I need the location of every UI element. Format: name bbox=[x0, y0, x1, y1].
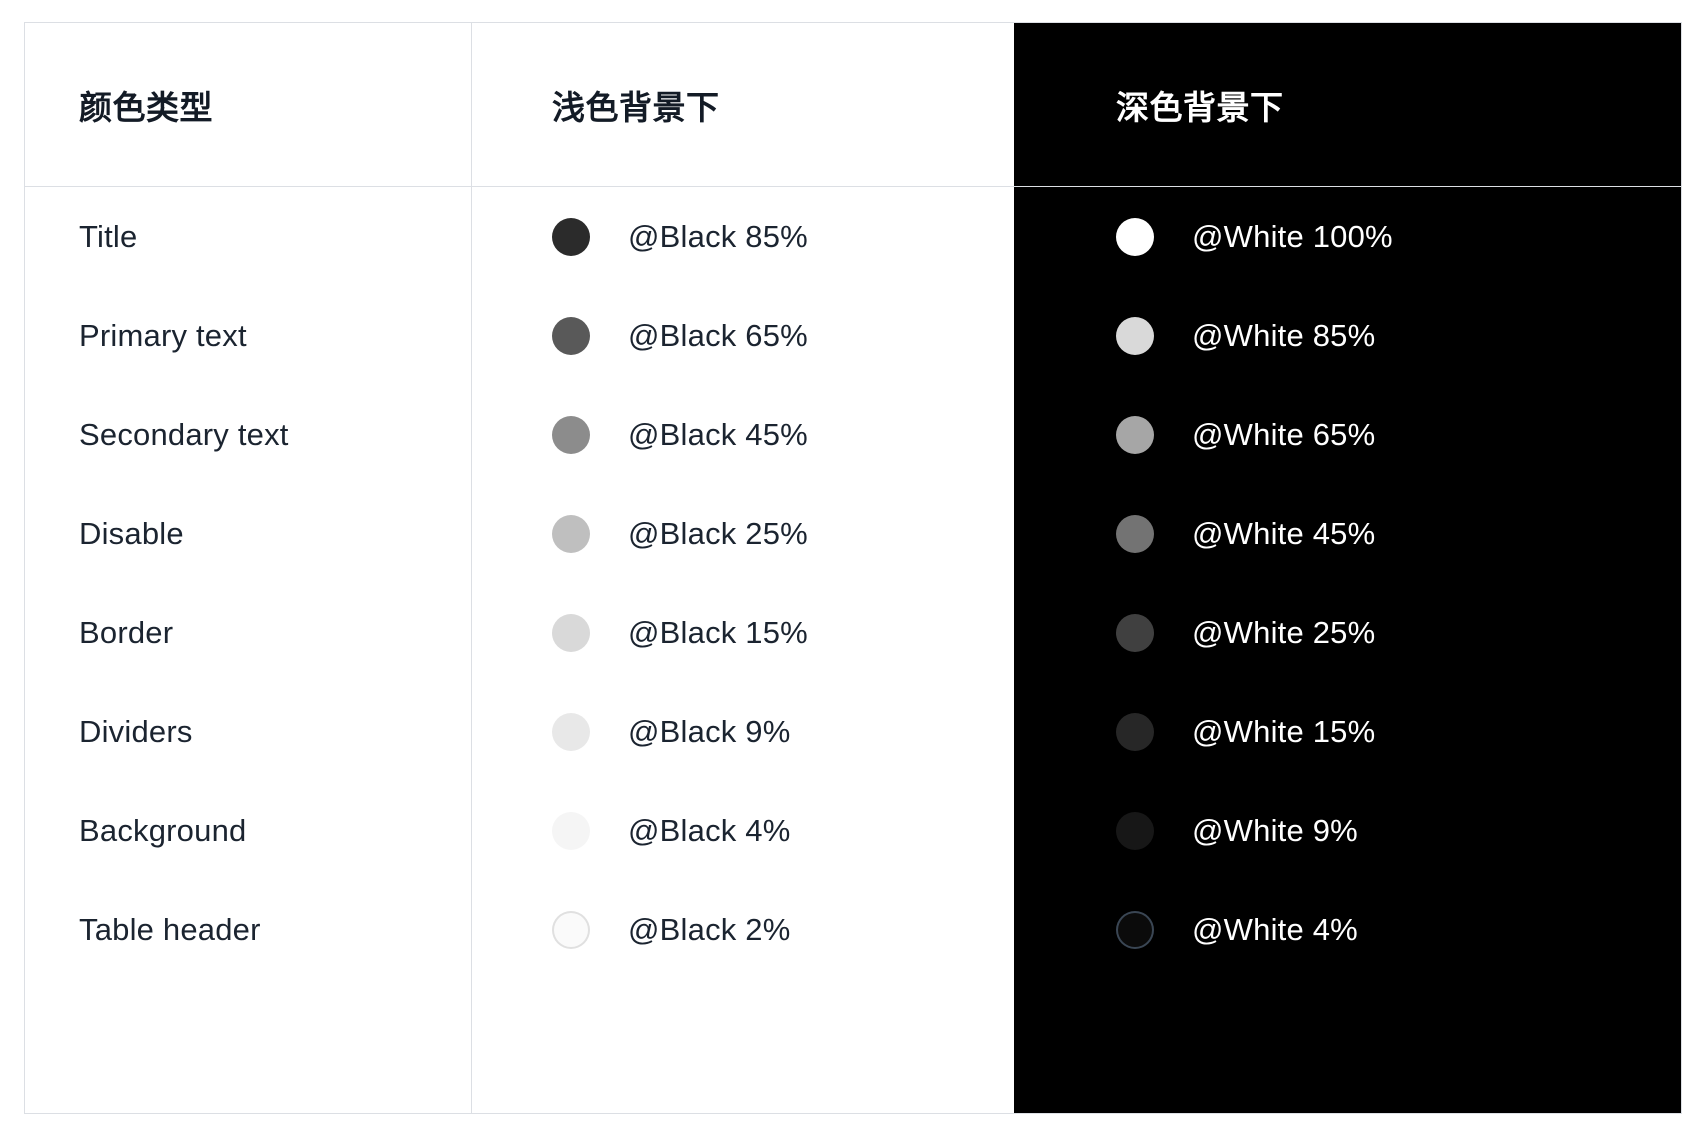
table-header-row: 颜色类型 浅色背景下 深色背景下 bbox=[25, 23, 1681, 186]
color-swatch-circle-icon bbox=[552, 217, 590, 256]
color-type-label: Primary text bbox=[79, 317, 247, 353]
color-token-label: @White 9% bbox=[1192, 812, 1358, 848]
cell-color-type: Table header bbox=[25, 880, 471, 979]
color-swatch-circle-icon bbox=[1116, 514, 1154, 553]
color-token-label: @White 45% bbox=[1192, 515, 1376, 551]
column-header-dark-background-label: 深色背景下 bbox=[1116, 88, 1284, 126]
table-row: Dividers @Black 9% @White 15% bbox=[25, 682, 1681, 781]
color-type-label: Background bbox=[79, 812, 247, 848]
color-swatch-circle-icon bbox=[552, 514, 590, 553]
color-token-label: @Black 45% bbox=[628, 416, 808, 452]
color-swatch-circle-icon bbox=[552, 613, 590, 652]
cell-color-type: Primary text bbox=[25, 286, 471, 385]
cell-dark-background-token: @White 100% bbox=[1014, 187, 1681, 286]
color-swatch-circle-icon bbox=[552, 316, 590, 355]
color-token-label: @White 85% bbox=[1192, 317, 1376, 353]
cell-dark-background-token: @White 9% bbox=[1014, 781, 1681, 880]
color-token-label: @Black 85% bbox=[628, 218, 808, 254]
page-root: 颜色类型 浅色背景下 深色背景下 Title @Black 85% @White 1… bbox=[0, 0, 1706, 1136]
cell-light-background-token: @Black 9% bbox=[472, 682, 1014, 781]
column-header-dark-background: 深色背景下 bbox=[1014, 23, 1681, 186]
color-type-label: Border bbox=[79, 614, 174, 650]
table-body: Title @Black 85% @White 100% Primary text @B… bbox=[25, 187, 1681, 979]
cell-color-type: Border bbox=[25, 583, 471, 682]
column-header-color-type: 颜色类型 bbox=[25, 23, 471, 186]
color-type-label: Secondary text bbox=[79, 416, 289, 452]
color-token-label: @Black 25% bbox=[628, 515, 808, 551]
cell-color-type: Dividers bbox=[25, 682, 471, 781]
table-row: Table header @Black 2% @White 4% bbox=[25, 880, 1681, 979]
color-token-label: @Black 4% bbox=[628, 812, 791, 848]
column-header-light-background-label: 浅色背景下 bbox=[552, 88, 720, 126]
color-token-label: @Black 2% bbox=[628, 911, 791, 947]
color-token-label: @White 65% bbox=[1192, 416, 1376, 452]
color-token-label: @Black 9% bbox=[628, 713, 791, 749]
color-swatch-circle-icon bbox=[1116, 811, 1154, 850]
color-swatch-circle-icon bbox=[1116, 217, 1154, 256]
color-swatch-circle-icon bbox=[1116, 316, 1154, 355]
cell-color-type: Secondary text bbox=[25, 385, 471, 484]
cell-dark-background-token: @White 85% bbox=[1014, 286, 1681, 385]
color-swatch-circle-icon bbox=[552, 910, 590, 949]
color-type-label: Table header bbox=[79, 911, 261, 947]
table-row: Border @Black 15% @White 25% bbox=[25, 583, 1681, 682]
cell-dark-background-token: @White 15% bbox=[1014, 682, 1681, 781]
color-type-label: Title bbox=[79, 218, 138, 254]
color-swatch-circle-icon bbox=[552, 415, 590, 454]
color-token-label: @White 100% bbox=[1192, 218, 1393, 254]
table-row: Primary text @Black 65% @White 85% bbox=[25, 286, 1681, 385]
cell-light-background-token: @Black 85% bbox=[472, 187, 1014, 286]
cell-light-background-token: @Black 4% bbox=[472, 781, 1014, 880]
cell-dark-background-token: @White 65% bbox=[1014, 385, 1681, 484]
column-header-color-type-label: 颜色类型 bbox=[79, 88, 213, 126]
color-swatch-circle-icon bbox=[1116, 910, 1154, 949]
table-row: Background @Black 4% @White 9% bbox=[25, 781, 1681, 880]
cell-color-type: Disable bbox=[25, 484, 471, 583]
cell-light-background-token: @Black 2% bbox=[472, 880, 1014, 979]
cell-dark-background-token: @White 4% bbox=[1014, 880, 1681, 979]
color-type-label: Dividers bbox=[79, 713, 193, 749]
color-token-label: @White 4% bbox=[1192, 911, 1358, 947]
color-token-label: @Black 15% bbox=[628, 614, 808, 650]
cell-light-background-token: @Black 65% bbox=[472, 286, 1014, 385]
cell-dark-background-token: @White 25% bbox=[1014, 583, 1681, 682]
color-token-label: @White 15% bbox=[1192, 713, 1376, 749]
cell-color-type: Background bbox=[25, 781, 471, 880]
color-swatch-circle-icon bbox=[552, 712, 590, 751]
table-row: Disable @Black 25% @White 45% bbox=[25, 484, 1681, 583]
color-swatch-circle-icon bbox=[1116, 415, 1154, 454]
color-swatch-circle-icon bbox=[552, 811, 590, 850]
cell-light-background-token: @Black 45% bbox=[472, 385, 1014, 484]
cell-light-background-token: @Black 15% bbox=[472, 583, 1014, 682]
color-swatch-circle-icon bbox=[1116, 712, 1154, 751]
table-row: Secondary text @Black 45% @White 65% bbox=[25, 385, 1681, 484]
cell-dark-background-token: @White 45% bbox=[1014, 484, 1681, 583]
table-row: Title @Black 85% @White 100% bbox=[25, 187, 1681, 286]
color-token-label: @Black 65% bbox=[628, 317, 808, 353]
column-header-light-background: 浅色背景下 bbox=[472, 23, 1014, 186]
cell-color-type: Title bbox=[25, 187, 471, 286]
cell-light-background-token: @Black 25% bbox=[472, 484, 1014, 583]
color-type-label: Disable bbox=[79, 515, 184, 551]
color-swatch-circle-icon bbox=[1116, 613, 1154, 652]
color-tokens-table: 颜色类型 浅色背景下 深色背景下 Title @Black 85% @White 1… bbox=[24, 22, 1682, 1114]
color-token-label: @White 25% bbox=[1192, 614, 1376, 650]
